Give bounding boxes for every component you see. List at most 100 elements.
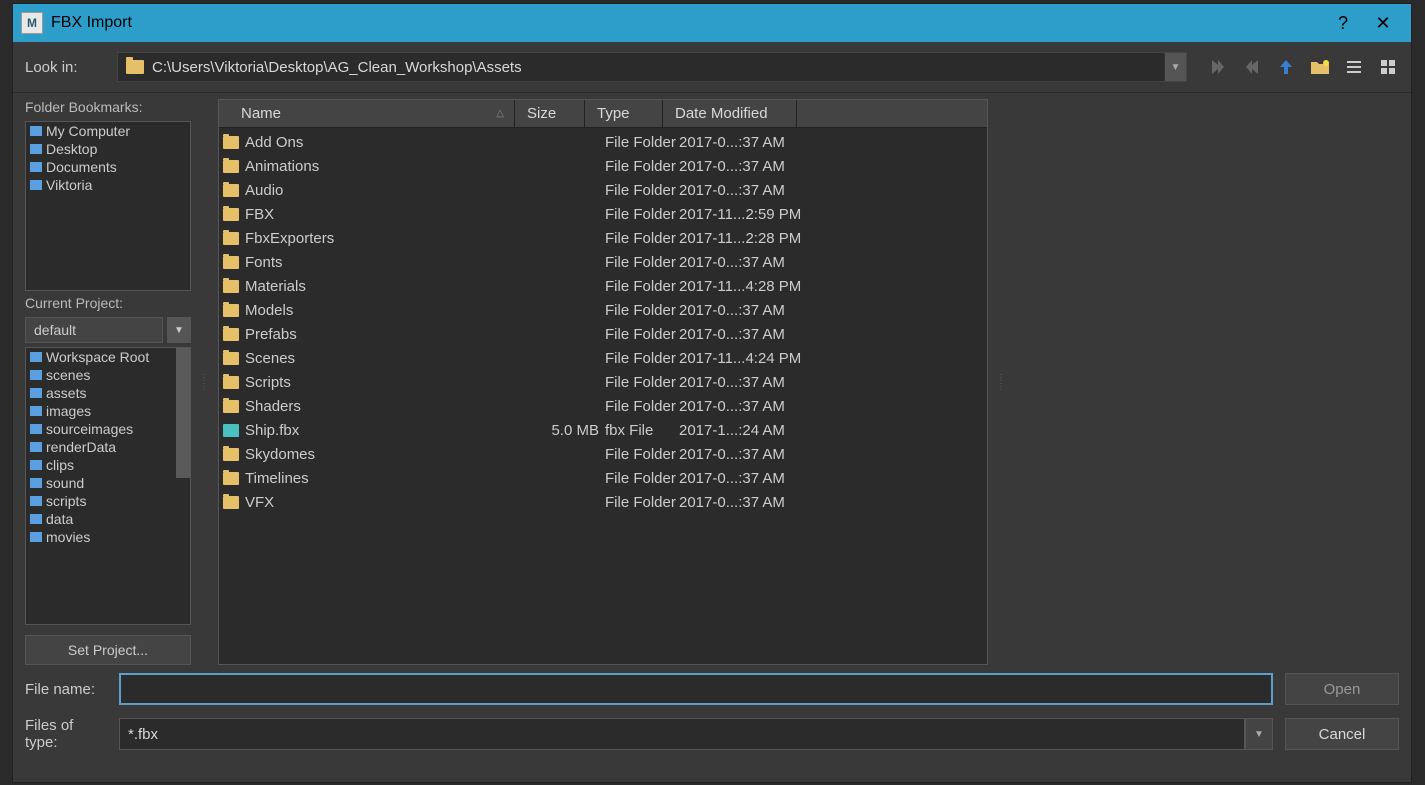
bookmark-item[interactable]: My Computer [26, 122, 190, 140]
file-date: 2017-0...:37 AM [679, 254, 819, 271]
workspace-item[interactable]: data [26, 510, 190, 528]
file-name: Scenes [245, 350, 535, 367]
file-type: File Folder [605, 134, 679, 151]
file-row[interactable]: ScriptsFile Folder2017-0...:37 AM [219, 370, 987, 394]
file-row[interactable]: Scenes File Folder2017-11...4:24 PM [219, 346, 987, 370]
col-size[interactable]: Size [515, 100, 585, 127]
file-date: 2017-0...:37 AM [679, 182, 819, 199]
file-row[interactable]: TimelinesFile Folder2017-0...:37 AM [219, 466, 987, 490]
file-row[interactable]: AudioFile Folder2017-0...:37 AM [219, 178, 987, 202]
col-type[interactable]: Type [585, 100, 663, 127]
file-row[interactable]: ShadersFile Folder2017-0...:37 AM [219, 394, 987, 418]
file-name: Add Ons [245, 134, 535, 151]
file-list[interactable]: Add OnsFile Folder2017-0...:37 AMAnimati… [219, 128, 987, 664]
folder-icon [223, 448, 239, 461]
file-row[interactable]: SkydomesFile Folder2017-0...:37 AM [219, 442, 987, 466]
workspace-item[interactable]: Workspace Root [26, 348, 190, 366]
workspace-item[interactable]: scenes [26, 366, 190, 384]
new-folder-icon[interactable] [1309, 56, 1331, 78]
col-date[interactable]: Date Modified [663, 100, 797, 127]
workspace-item[interactable]: sourceimages [26, 420, 190, 438]
folder-icon [30, 532, 42, 542]
folder-icon [223, 136, 239, 149]
folder-icon [223, 496, 239, 509]
file-date: 2017-0...:37 AM [679, 158, 819, 175]
window-title: FBX Import [51, 14, 1323, 32]
bottom-panel: File name: Open Files of type: *.fbx ▼ C… [13, 665, 1411, 771]
set-project-button[interactable]: Set Project... [25, 635, 191, 665]
workspace-item[interactable]: sound [26, 474, 190, 492]
file-row[interactable]: Add OnsFile Folder2017-0...:37 AM [219, 130, 987, 154]
help-button[interactable]: ? [1323, 4, 1363, 42]
path-input[interactable]: C:\Users\Viktoria\Desktop\AG_Clean_Works… [117, 52, 1187, 82]
file-row[interactable]: MaterialsFile Folder2017-11...4:28 PM [219, 274, 987, 298]
close-button[interactable]: ✕ [1363, 4, 1403, 42]
bookmark-forward-icon[interactable] [1241, 56, 1263, 78]
folder-icon [223, 352, 239, 365]
file-type: File Folder [605, 350, 679, 367]
up-folder-icon[interactable] [1275, 56, 1297, 78]
resize-handle-right[interactable]: ⋮⋮ [1000, 99, 1003, 665]
file-date: 2017-0...:37 AM [679, 398, 819, 415]
folder-icon [223, 280, 239, 293]
file-row[interactable]: FontsFile Folder2017-0...:37 AM [219, 250, 987, 274]
maya-app-icon: M [21, 12, 43, 34]
file-row[interactable]: VFXFile Folder2017-0...:37 AM [219, 490, 987, 514]
file-type: File Folder [605, 182, 679, 199]
cancel-button[interactable]: Cancel [1285, 718, 1399, 750]
workspace-item[interactable]: clips [26, 456, 190, 474]
workspace-label: images [46, 403, 91, 419]
folder-icon [223, 184, 239, 197]
file-type: File Folder [605, 446, 679, 463]
workspace-label: sound [46, 475, 84, 491]
scrollbar-thumb[interactable] [176, 348, 190, 478]
workspace-label: Workspace Root [46, 349, 149, 365]
file-name: Animations [245, 158, 535, 175]
workspace-item[interactable]: images [26, 402, 190, 420]
resize-handle-left[interactable]: ⋮⋮ [203, 99, 206, 665]
project-select[interactable]: default [25, 317, 163, 343]
workspace-item[interactable]: assets [26, 384, 190, 402]
file-date: 2017-11...4:24 PM [679, 350, 819, 367]
bookmark-label: Desktop [46, 141, 97, 157]
workspace-scrollbar[interactable] [176, 348, 190, 624]
filetype-select[interactable]: *.fbx [119, 718, 1245, 750]
path-bar: Look in: C:\Users\Viktoria\Desktop\AG_Cl… [13, 42, 1411, 93]
file-row[interactable]: PrefabsFile Folder2017-0...:37 AM [219, 322, 987, 346]
bookmark-back-icon[interactable] [1207, 56, 1229, 78]
project-dropdown-icon[interactable]: ▼ [167, 317, 191, 343]
col-name[interactable]: Name△ [219, 100, 515, 127]
filename-input[interactable] [119, 673, 1273, 705]
filetype-dropdown-icon[interactable]: ▼ [1245, 718, 1273, 750]
file-name: Materials [245, 278, 535, 295]
bookmarks-list[interactable]: My ComputerDesktopDocumentsViktoria [25, 121, 191, 291]
file-list-area: Name△ Size Type Date Modified Add Ons Fil… [218, 99, 988, 665]
bookmark-item[interactable]: Documents [26, 158, 190, 176]
file-row[interactable]: FBXFile Folder2017-11...2:59 PM [219, 202, 987, 226]
workspace-item[interactable]: scripts [26, 492, 190, 510]
workspace-label: sourceimages [46, 421, 133, 437]
bookmark-item[interactable]: Viktoria [26, 176, 190, 194]
workspace-label: movies [46, 529, 90, 545]
list-view-icon[interactable] [1343, 56, 1365, 78]
file-name: Prefabs [245, 326, 535, 343]
file-row[interactable]: AnimationsFile Folder2017-0...:37 AM [219, 154, 987, 178]
path-dropdown-icon[interactable]: ▼ [1164, 53, 1186, 81]
folder-icon [30, 478, 42, 488]
file-row[interactable]: ModelsFile Folder2017-0...:37 AM [219, 298, 987, 322]
bookmark-item[interactable]: Desktop [26, 140, 190, 158]
thumbnail-view-icon[interactable] [1377, 56, 1399, 78]
workspace-list[interactable]: Workspace Rootscenesassetsimages sourceim… [25, 347, 191, 625]
workspace-item[interactable]: movies [26, 528, 190, 546]
file-type: File Folder [605, 470, 679, 487]
file-type: File Folder [605, 302, 679, 319]
file-date: 2017-0...:37 AM [679, 302, 819, 319]
folder-icon [126, 60, 144, 74]
folder-icon [223, 376, 239, 389]
file-row[interactable]: FbxExportersFile Folder2017-11...2:28 PM [219, 226, 987, 250]
open-button[interactable]: Open [1285, 673, 1399, 705]
file-row[interactable]: Ship.fbx5.0 MBfbx File2017-1...:24 AM [219, 418, 987, 442]
sort-asc-icon: △ [496, 108, 504, 119]
file-type: File Folder [605, 374, 679, 391]
workspace-item[interactable]: renderData [26, 438, 190, 456]
